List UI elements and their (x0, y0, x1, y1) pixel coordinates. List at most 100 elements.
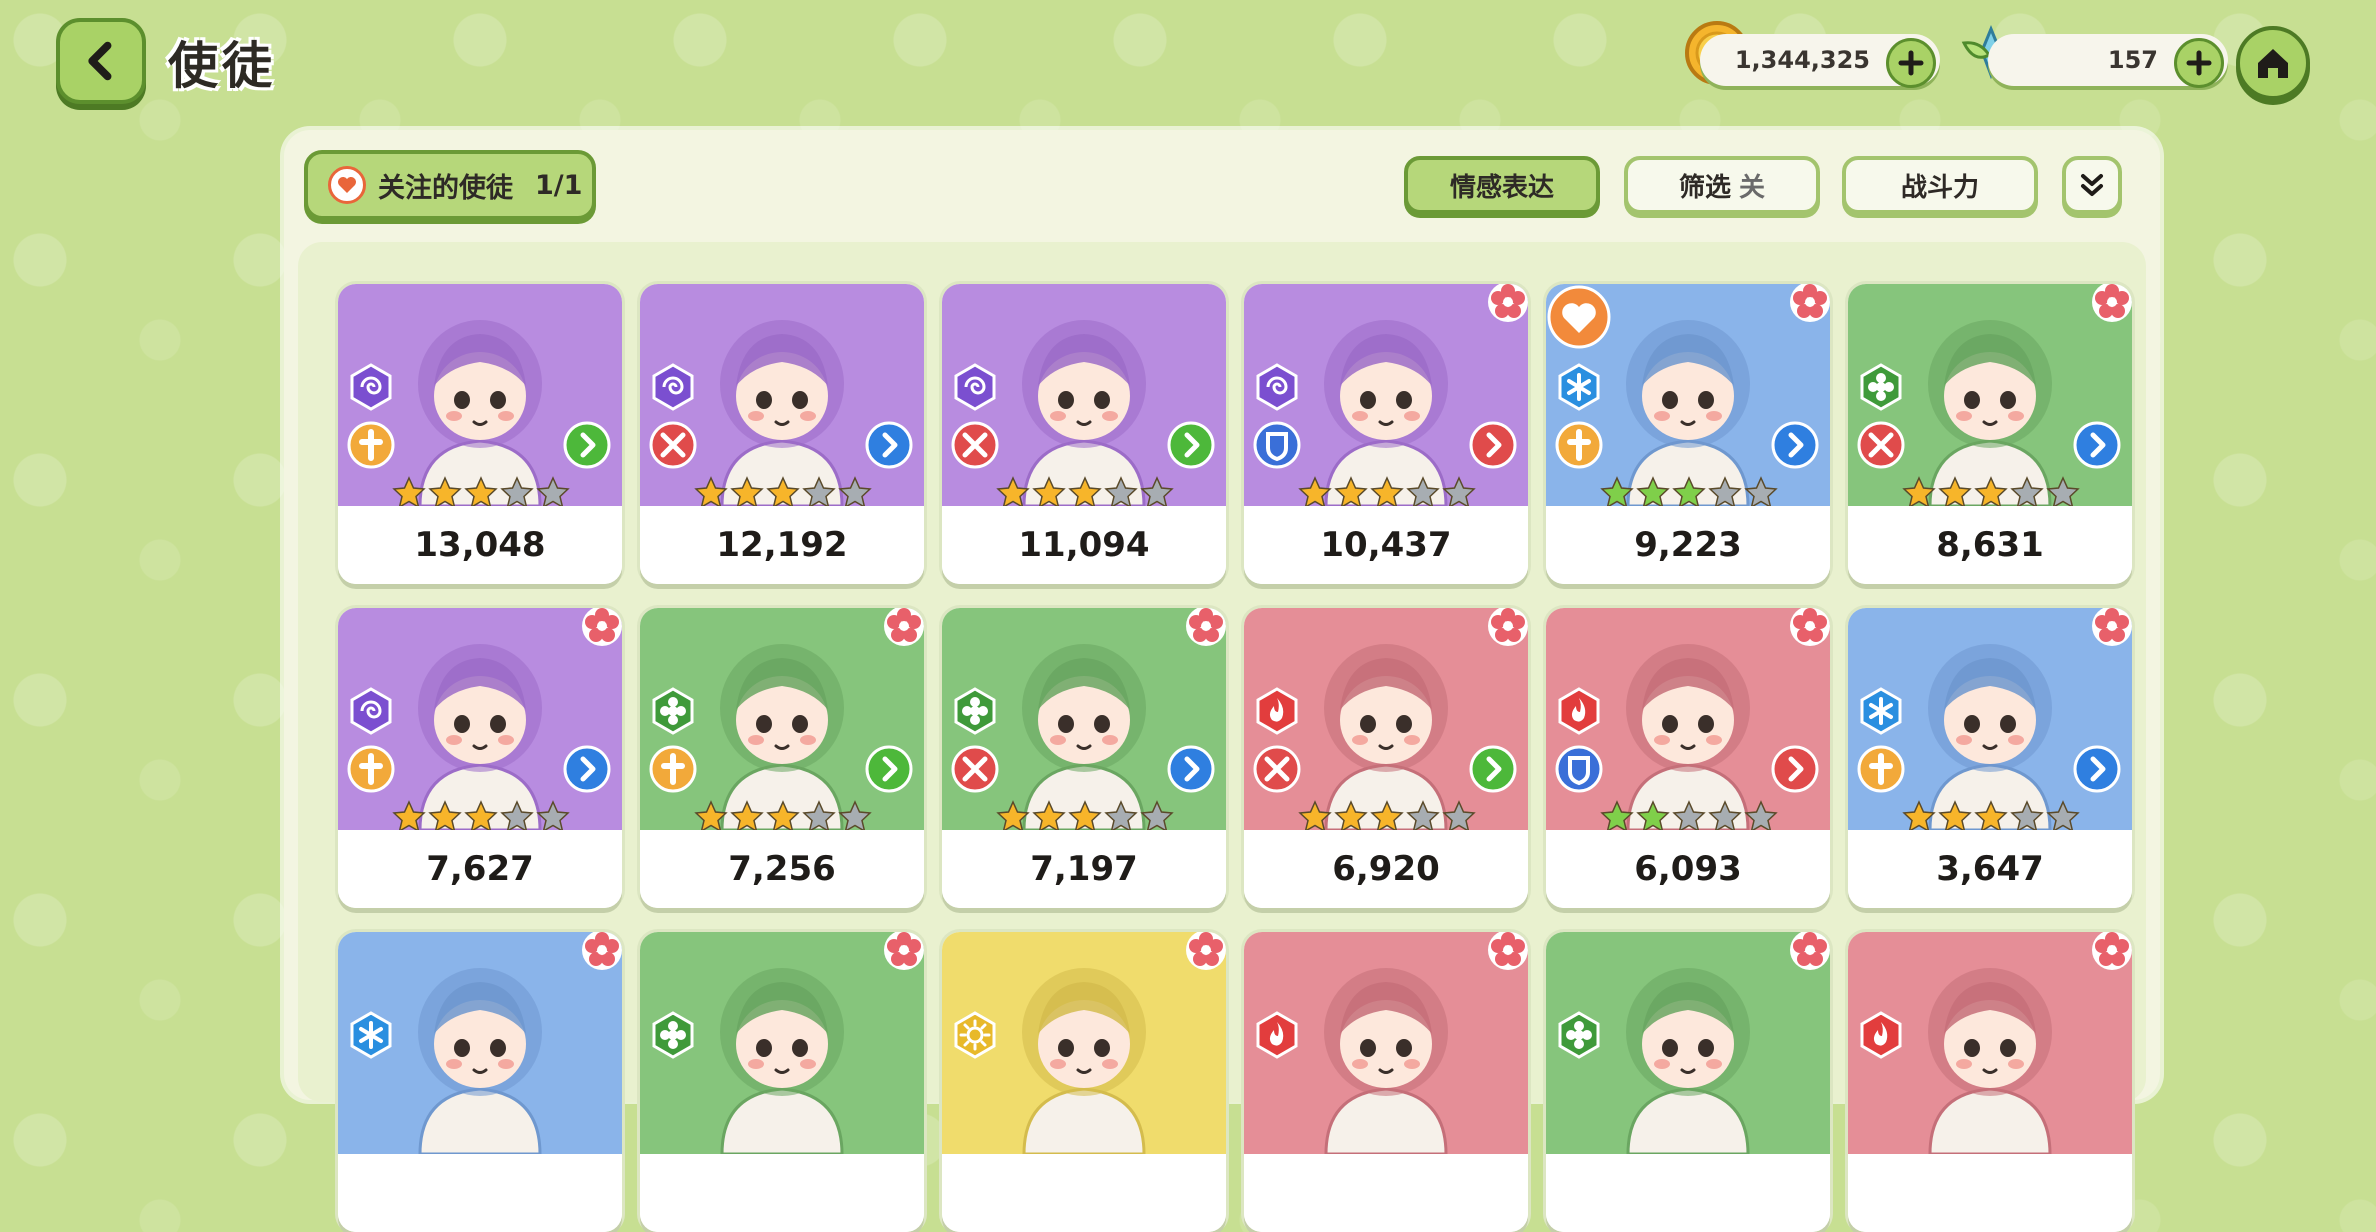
chevron-left-icon (88, 41, 112, 81)
cross-icon (346, 420, 396, 470)
coin-counter: 1,344,325 (1700, 34, 1940, 88)
chevron-right-icon (1468, 420, 1518, 470)
shield-icon (1554, 744, 1604, 794)
chevron-right-icon (1166, 420, 1216, 470)
plus-icon (1898, 50, 1924, 76)
apostle-portrait (1910, 620, 2070, 832)
apostle-portrait-area (640, 932, 924, 1156)
apostle-card[interactable] (942, 932, 1226, 1232)
shield-icon (1252, 420, 1302, 470)
power-value (942, 1154, 1226, 1232)
apostle-portrait (702, 296, 862, 508)
chevron-right-icon (2072, 420, 2122, 470)
apostle-card[interactable]: 7,256 (640, 608, 924, 908)
apostle-card[interactable]: 13,048 (338, 284, 622, 584)
power-value (1546, 1154, 1830, 1232)
apostle-portrait (1306, 620, 1466, 832)
apostle-card[interactable] (1848, 932, 2132, 1232)
vortex-icon (346, 686, 396, 736)
apostle-card[interactable]: 8,631 (1848, 284, 2132, 584)
apostle-card[interactable]: 6,093 (1546, 608, 1830, 908)
vortex-icon (1252, 362, 1302, 412)
apostle-portrait (1608, 296, 1768, 508)
apostle-card[interactable]: 10,437 (1244, 284, 1528, 584)
flower-badge-icon (1486, 608, 1528, 648)
apostle-card[interactable]: 12,192 (640, 284, 924, 584)
chevron-right-icon (1770, 420, 1820, 470)
chevron-right-icon (562, 744, 612, 794)
leaf-icon (1856, 362, 1906, 412)
apostle-portrait-area (640, 608, 924, 832)
apostle-portrait (400, 296, 560, 508)
vortex-icon (346, 362, 396, 412)
power-value: 10,437 (1244, 506, 1528, 584)
apostle-portrait-area (1848, 608, 2132, 832)
apostle-portrait-area (640, 284, 924, 508)
leaf-icon (648, 1010, 698, 1060)
add-gems-button[interactable] (2174, 38, 2224, 88)
apostle-portrait-area (1244, 932, 1528, 1156)
add-coins-button[interactable] (1886, 38, 1936, 88)
apostle-portrait (400, 944, 560, 1156)
page-title: 使徒 (168, 37, 276, 95)
apostle-card[interactable]: 3,647 (1848, 608, 2132, 908)
apostle-card[interactable]: 7,197 (942, 608, 1226, 908)
home-button[interactable] (2236, 26, 2310, 100)
flower-badge-icon (580, 608, 622, 648)
crossed-tools-icon (950, 420, 1000, 470)
flame-icon (1856, 1010, 1906, 1060)
chevron-right-icon (2072, 744, 2122, 794)
snowflake-icon (1554, 362, 1604, 412)
apostle-card[interactable]: 11,094 (942, 284, 1226, 584)
apostle-portrait-area (1546, 932, 1830, 1156)
apostle-portrait-area (1244, 608, 1528, 832)
favorite-apostles-button[interactable]: 关注的使徒 1/1 (304, 150, 596, 220)
leaf-icon (950, 686, 1000, 736)
flower-badge-icon (580, 932, 622, 972)
apostle-grid: 13,048 12,192 11,094 10,437 9,223 8,631 7,627 7… (298, 242, 2146, 1232)
power-value: 12,192 (640, 506, 924, 584)
apostle-portrait (1306, 944, 1466, 1156)
flower-badge-icon (1486, 284, 1528, 324)
favorite-label: 关注的使徒 (378, 172, 513, 204)
apostle-card[interactable] (338, 932, 622, 1232)
snowflake-icon (346, 1010, 396, 1060)
crossed-tools-icon (1252, 744, 1302, 794)
crossed-tools-icon (648, 420, 698, 470)
apostle-card[interactable] (640, 932, 924, 1232)
apostle-portrait (1004, 620, 1164, 832)
sort-button[interactable]: 战斗力 (1842, 156, 2038, 214)
favorite-heart-icon (1546, 284, 1612, 350)
apostle-portrait (1910, 944, 2070, 1156)
gem-counter: 157 (1988, 34, 2228, 88)
apostle-card[interactable]: 7,627 (338, 608, 622, 908)
back-button[interactable] (56, 18, 146, 104)
apostle-portrait-area (1546, 284, 1830, 508)
filter-button[interactable]: 筛选 关 (1624, 156, 1820, 214)
apostle-portrait (1608, 620, 1768, 832)
power-value: 3,647 (1848, 830, 2132, 908)
emotion-button[interactable]: 情感表达 (1404, 156, 1600, 214)
power-value (338, 1154, 622, 1232)
apostle-portrait-area (942, 932, 1226, 1156)
power-value (1244, 1154, 1528, 1232)
coin-amount: 1,344,325 (1734, 46, 1870, 74)
home-icon (2258, 49, 2288, 78)
apostle-portrait-area (1244, 284, 1528, 508)
apostle-card[interactable]: 9,223 (1546, 284, 1830, 584)
apostle-card[interactable]: 6,920 (1244, 608, 1528, 908)
flame-icon (1554, 686, 1604, 736)
sort-order-button[interactable] (2062, 156, 2122, 214)
emotion-label: 情感表达 (1449, 172, 1554, 203)
flower-badge-icon (1788, 284, 1830, 324)
crossed-tools-icon (1856, 420, 1906, 470)
cross-icon (648, 744, 698, 794)
power-value: 8,631 (1848, 506, 2132, 584)
apostle-portrait (1306, 296, 1466, 508)
flame-icon (1252, 1010, 1302, 1060)
leaf-icon (648, 686, 698, 736)
apostle-card[interactable] (1244, 932, 1528, 1232)
flower-badge-icon (1788, 932, 1830, 972)
apostle-card[interactable] (1546, 932, 1830, 1232)
apostle-portrait-area (338, 932, 622, 1156)
